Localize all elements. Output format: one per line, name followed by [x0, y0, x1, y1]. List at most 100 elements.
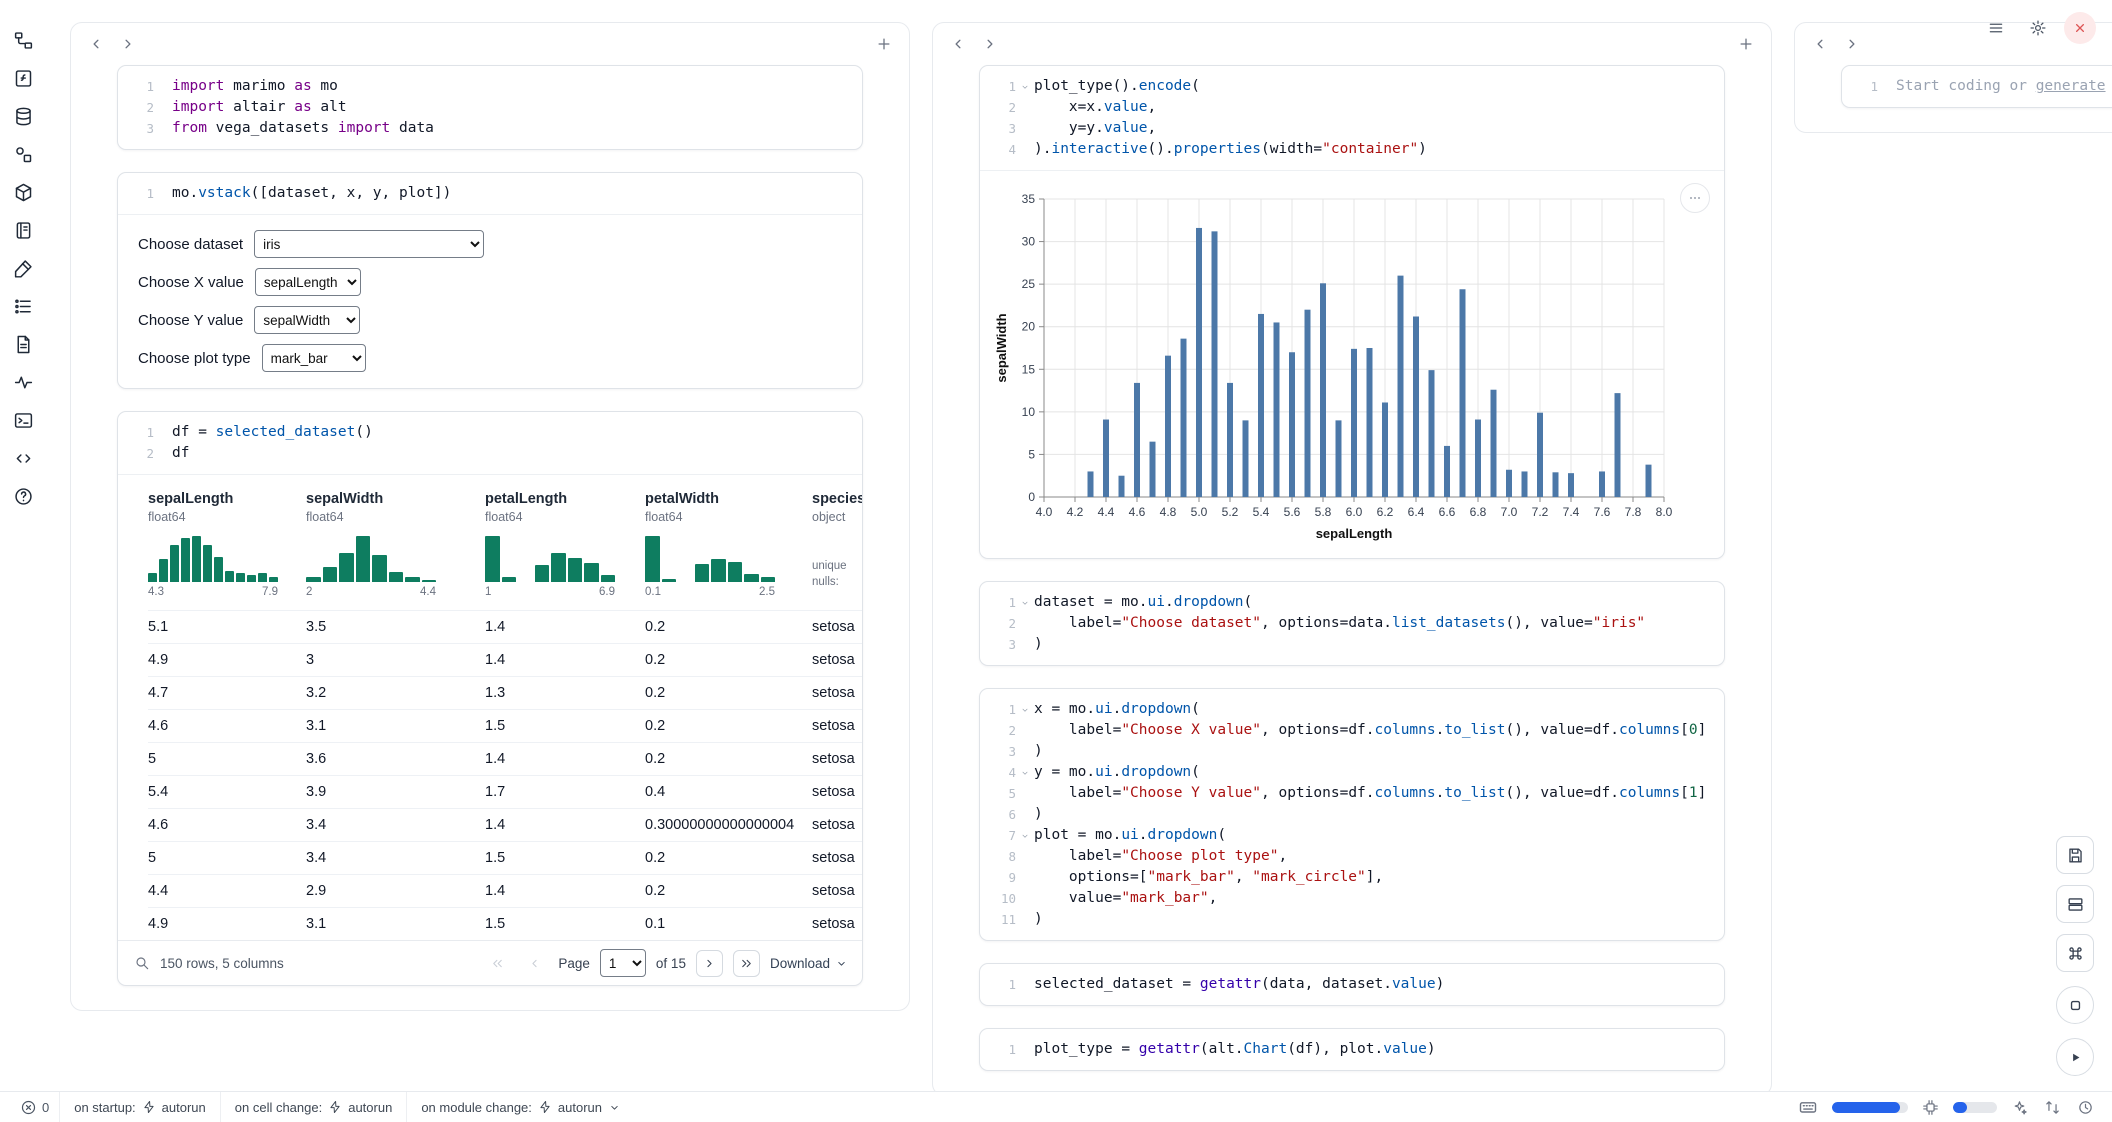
svg-text:5.0: 5.0	[1191, 505, 1208, 519]
column-name: petalWidth	[645, 491, 804, 507]
top-right-controls	[1980, 12, 2096, 44]
fold-indicator[interactable]	[1016, 825, 1034, 846]
keyboard-status-button[interactable]	[1796, 1095, 1820, 1119]
table-column-header[interactable]: petalLengthfloat6416.9	[485, 491, 645, 598]
notebook-cell: 1plot_type().encode(2 x=x.value,3 y=y.va…	[979, 65, 1725, 559]
table-column-header[interactable]: speciesobjectuniquenulls:	[812, 491, 862, 598]
runtime-setting-1[interactable]: on startup:autorun	[59, 1092, 220, 1122]
runtime-swap-button[interactable]	[2042, 1097, 2063, 1118]
prev-page-button[interactable]	[521, 950, 548, 977]
settings-button[interactable]	[2022, 12, 2054, 44]
panel-terminal[interactable]	[11, 408, 36, 433]
run-all-button[interactable]	[2056, 1038, 2094, 1076]
panel-outline[interactable]	[11, 294, 36, 319]
column-move-right-button[interactable]	[979, 33, 1001, 55]
table-column-header[interactable]: sepalLengthfloat644.37.9	[148, 491, 306, 598]
column-move-left-button[interactable]	[1809, 33, 1831, 55]
panel-scratchpad[interactable]	[11, 256, 36, 281]
floating-action-buttons	[2056, 836, 2094, 1076]
code-editor[interactable]: 1df = selected_dataset()2df	[118, 412, 862, 474]
chart-bar	[1429, 370, 1435, 497]
code-line: 8 label="Choose plot type",	[980, 846, 1712, 867]
panel-help[interactable]	[11, 484, 36, 509]
chevron-left-icon	[527, 956, 542, 971]
altair-bar-chart[interactable]: 051015202530354.04.24.44.64.85.05.25.45.…	[992, 187, 1680, 547]
code-line: 3)	[980, 741, 1712, 762]
snippets-icon	[13, 448, 34, 469]
table-search-button[interactable]	[132, 953, 152, 973]
panel-file-explorer[interactable]	[11, 28, 36, 53]
code-file-icon	[13, 68, 34, 89]
notebook-menu-button[interactable]	[1980, 12, 2012, 44]
run-history-button[interactable]	[2075, 1097, 2096, 1118]
shutdown-button[interactable]	[2064, 12, 2096, 44]
chart-bar	[1336, 420, 1342, 497]
table-column-header[interactable]: petalWidthfloat640.12.5	[645, 491, 812, 598]
notebook-cell: 1selected_dataset = getattr(data, datase…	[979, 963, 1725, 1006]
download-button[interactable]: Download	[770, 956, 848, 971]
code-line: 6)	[980, 804, 1712, 825]
fold-indicator[interactable]	[1016, 699, 1034, 720]
column-move-right-button[interactable]	[1841, 33, 1863, 55]
panel-documentation[interactable]	[11, 332, 36, 357]
chart-bar	[1506, 470, 1512, 497]
code-editor[interactable]: 1plot_type().encode(2 x=x.value,3 y=y.va…	[980, 66, 1724, 170]
last-page-button[interactable]	[733, 950, 760, 977]
panel-notebook[interactable]	[11, 218, 36, 243]
errors-indicator[interactable]: 0	[10, 1099, 59, 1116]
first-page-button[interactable]	[484, 950, 511, 977]
code-editor[interactable]: 1x = mo.ui.dropdown(2 label="Choose X va…	[980, 689, 1724, 940]
column-move-left-button[interactable]	[947, 33, 969, 55]
add-cell-button[interactable]	[873, 33, 895, 55]
table-header-row: sepalLengthfloat644.37.9sepalWidthfloat6…	[148, 491, 862, 610]
dataset-row: Choose datasetiris	[138, 230, 842, 258]
app-view-button[interactable]	[2056, 986, 2094, 1024]
code-editor[interactable]: 1mo.vstack([dataset, x, y, plot])	[118, 173, 862, 214]
panel-packages[interactable]	[11, 180, 36, 205]
generate-with-ai-link[interactable]: generate	[2036, 78, 2106, 94]
fold-indicator[interactable]	[1016, 762, 1034, 783]
cpu-status-button[interactable]	[1920, 1097, 1941, 1118]
code-editor[interactable]: 1selected_dataset = getattr(data, datase…	[980, 964, 1724, 1005]
column-move-right-button[interactable]	[117, 33, 139, 55]
code-line: 11)	[980, 909, 1712, 930]
table-cell: 2.9	[306, 875, 485, 907]
ai-assistant-button[interactable]	[2009, 1097, 2030, 1118]
table-column-header[interactable]: sepalWidthfloat6424.4	[306, 491, 485, 598]
svg-text:6.2: 6.2	[1377, 505, 1394, 519]
runtime-setting-3[interactable]: on module change:autorun	[406, 1092, 635, 1122]
panel-layout-button[interactable]	[2056, 885, 2094, 923]
fold-indicator[interactable]	[1016, 592, 1034, 613]
code-editor[interactable]: 1dataset = mo.ui.dropdown(2 label="Choos…	[980, 582, 1724, 665]
code-editor[interactable]: 1Start coding or generate with AI	[1842, 66, 2112, 107]
panel-code-files[interactable]	[11, 66, 36, 91]
x-value-select[interactable]: sepalLength	[255, 268, 361, 296]
column-move-left-button[interactable]	[85, 33, 107, 55]
code-editor[interactable]: 1import marimo as mo2import altair as al…	[118, 66, 862, 149]
code-line: 10 value="mark_bar",	[980, 888, 1712, 909]
add-cell-button[interactable]	[1735, 33, 1757, 55]
plot-type-select[interactable]: mark_bar	[262, 344, 366, 372]
code-line: 2 x=x.value,	[980, 97, 1712, 118]
keyboard-shortcuts-button[interactable]	[2056, 934, 2094, 972]
panel-snippets[interactable]	[11, 446, 36, 471]
line-number: 5	[980, 783, 1016, 804]
fold-indicator[interactable]	[1016, 76, 1034, 97]
svg-text:7.8: 7.8	[1625, 505, 1642, 519]
save-button[interactable]	[2056, 836, 2094, 874]
y-value-select[interactable]: sepalWidth	[254, 306, 360, 334]
panel-variables[interactable]	[11, 142, 36, 167]
table-cell: 3.1	[306, 710, 485, 742]
package-icon	[13, 182, 34, 203]
page-select[interactable]: 1	[600, 949, 646, 977]
next-page-button[interactable]	[696, 950, 723, 977]
runtime-setting-2[interactable]: on cell change:autorun	[220, 1092, 407, 1122]
svg-text:10: 10	[1022, 405, 1036, 419]
dataset-select[interactable]: iris	[254, 230, 484, 258]
chart-menu-button[interactable]	[1680, 183, 1710, 213]
line-number: 10	[980, 888, 1016, 909]
table-pagination: Page1of 15Download	[484, 949, 848, 977]
code-editor[interactable]: 1plot_type = getattr(alt.Chart(df), plot…	[980, 1029, 1724, 1070]
panel-datasources[interactable]	[11, 104, 36, 129]
panel-logs[interactable]	[11, 370, 36, 395]
